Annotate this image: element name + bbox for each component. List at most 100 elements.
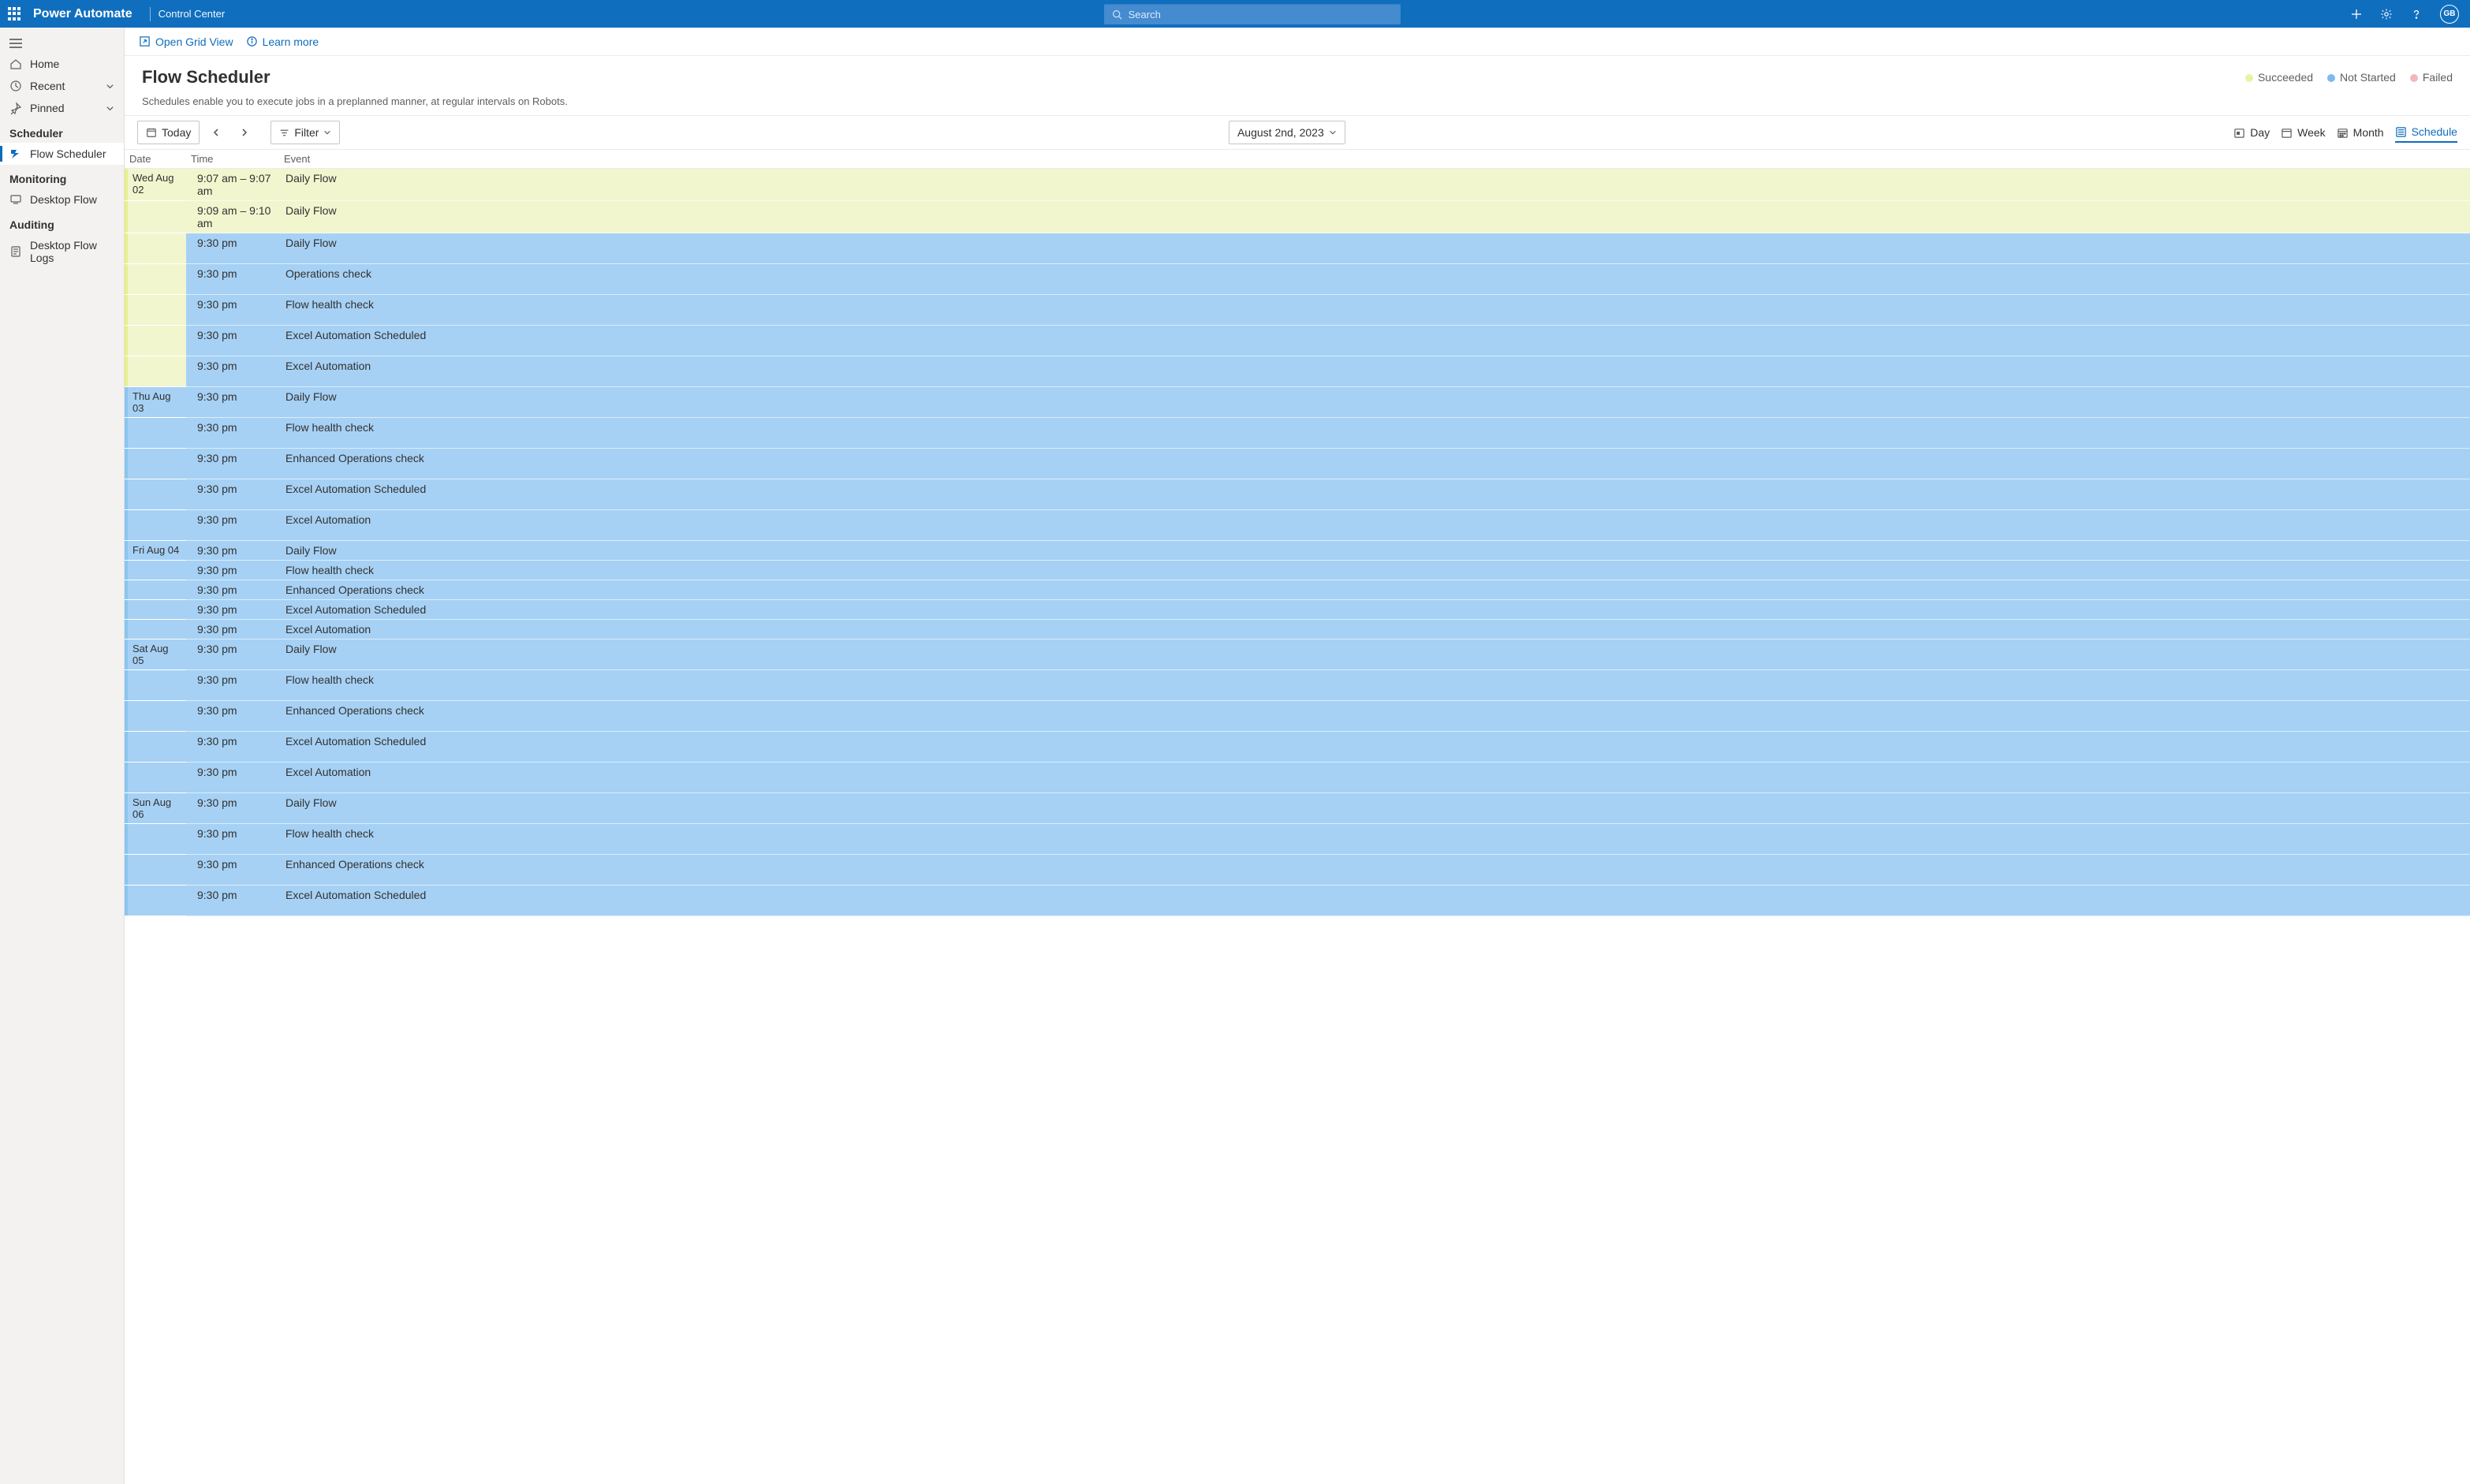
date-cell: Fri Aug 04 bbox=[125, 561, 186, 580]
time-cell: 9:30 pm bbox=[186, 701, 278, 732]
schedule-scroll[interactable]: Date Time Event Wed Aug 029:07 am – 9:07… bbox=[125, 150, 2470, 1484]
filter-button[interactable]: Filter bbox=[271, 121, 340, 144]
time-cell: 9:30 pm bbox=[186, 326, 278, 356]
date-cell: Fri Aug 04 bbox=[125, 620, 186, 639]
table-row[interactable]: Thu Aug 039:30 pmExcel Automation Schedu… bbox=[125, 479, 2470, 510]
table-row[interactable]: Sun Aug 069:30 pmDaily Flow bbox=[125, 793, 2470, 824]
time-cell: 9:09 am – 9:10 am bbox=[186, 201, 278, 233]
table-row[interactable]: Sun Aug 069:30 pmEnhanced Operations che… bbox=[125, 855, 2470, 886]
date-cell: Fri Aug 04 bbox=[125, 600, 186, 620]
table-row[interactable]: Sun Aug 069:30 pmExcel Automation Schedu… bbox=[125, 886, 2470, 916]
header-subtitle: Control Center bbox=[159, 8, 226, 20]
date-text: Sat Aug 05 bbox=[132, 673, 169, 697]
settings-icon[interactable] bbox=[2380, 8, 2393, 21]
view-week[interactable]: Week bbox=[2281, 123, 2326, 142]
desktop-icon bbox=[9, 193, 22, 206]
open-grid-view-button[interactable]: Open Grid View bbox=[139, 35, 233, 48]
date-text: Wed Aug 02 bbox=[132, 237, 174, 260]
time-cell: 9:30 pm bbox=[186, 732, 278, 763]
table-row[interactable]: Thu Aug 039:30 pmExcel Automation bbox=[125, 510, 2470, 541]
table-row[interactable]: Wed Aug 029:30 pmOperations check bbox=[125, 264, 2470, 295]
date-text: Sat Aug 05 bbox=[132, 766, 169, 789]
view-day[interactable]: Day bbox=[2233, 123, 2270, 142]
table-row[interactable]: Thu Aug 039:30 pmDaily Flow bbox=[125, 387, 2470, 418]
chevron-right-icon bbox=[240, 128, 249, 137]
app-launcher-icon[interactable] bbox=[8, 7, 22, 21]
table-row[interactable]: Fri Aug 049:30 pmExcel Automation Schedu… bbox=[125, 600, 2470, 620]
time-cell: 9:30 pm bbox=[186, 418, 278, 449]
table-row[interactable]: Thu Aug 039:30 pmFlow health check bbox=[125, 418, 2470, 449]
date-cell: Sun Aug 06 bbox=[125, 793, 186, 824]
table-row[interactable]: Sat Aug 059:30 pmExcel Automation Schedu… bbox=[125, 732, 2470, 763]
table-row[interactable]: Wed Aug 029:09 am – 9:10 amDaily Flow bbox=[125, 201, 2470, 233]
table-row[interactable]: Fri Aug 049:30 pmFlow health check bbox=[125, 561, 2470, 580]
next-button[interactable] bbox=[233, 121, 256, 144]
table-row[interactable]: Sat Aug 059:30 pmFlow health check bbox=[125, 670, 2470, 701]
view-label: Week bbox=[2297, 126, 2326, 139]
sidebar-item-recent[interactable]: Recent bbox=[0, 75, 124, 97]
event-cell: Excel Automation Scheduled bbox=[278, 479, 2470, 510]
table-row[interactable]: Sun Aug 069:30 pmFlow health check bbox=[125, 824, 2470, 855]
table-row[interactable]: Wed Aug 029:07 am – 9:07 amDaily Flow bbox=[125, 169, 2470, 201]
command-bar: Open Grid View Learn more bbox=[125, 28, 2470, 56]
date-cell: Fri Aug 04 bbox=[125, 580, 186, 600]
sidebar-item-label: Flow Scheduler bbox=[30, 147, 106, 160]
table-row[interactable]: Wed Aug 029:30 pmFlow health check bbox=[125, 295, 2470, 326]
event-cell: Daily Flow bbox=[278, 201, 2470, 233]
sidebar-item-desktop-flow-logs[interactable]: Desktop Flow Logs bbox=[0, 234, 124, 269]
sidebar-item-home[interactable]: Home bbox=[0, 53, 124, 75]
help-icon[interactable] bbox=[2410, 8, 2423, 21]
date-text: Thu Aug 03 bbox=[132, 483, 170, 506]
time-cell: 9:30 pm bbox=[186, 600, 278, 620]
time-cell: 9:30 pm bbox=[186, 670, 278, 701]
view-label: Schedule bbox=[2412, 125, 2457, 138]
view-month[interactable]: Month bbox=[2337, 123, 2384, 142]
event-cell: Excel Automation Scheduled bbox=[278, 600, 2470, 620]
table-row[interactable]: Fri Aug 049:30 pmDaily Flow bbox=[125, 541, 2470, 561]
date-picker-button[interactable]: August 2nd, 2023 bbox=[1229, 121, 1345, 144]
add-icon[interactable] bbox=[2350, 8, 2363, 21]
learn-more-button[interactable]: Learn more bbox=[246, 35, 319, 48]
table-row[interactable]: Wed Aug 029:30 pmDaily Flow bbox=[125, 233, 2470, 264]
date-text: Fri Aug 04 bbox=[132, 623, 179, 635]
sidebar-item-pinned[interactable]: Pinned bbox=[0, 97, 124, 119]
table-row[interactable]: Sat Aug 059:30 pmDaily Flow bbox=[125, 639, 2470, 670]
date-text: Thu Aug 03 bbox=[132, 390, 170, 414]
view-schedule[interactable]: Schedule bbox=[2395, 122, 2457, 143]
sidebar-item-desktop-flow[interactable]: Desktop Flow bbox=[0, 188, 124, 211]
legend-failed: Failed bbox=[2410, 71, 2453, 84]
menu-toggle-icon[interactable] bbox=[0, 34, 124, 53]
date-text: Wed Aug 02 bbox=[132, 172, 174, 196]
avatar[interactable]: GB bbox=[2440, 5, 2459, 24]
sidebar-item-flow-scheduler[interactable]: Flow Scheduler bbox=[0, 143, 124, 165]
sidebar-item-label: Home bbox=[30, 58, 59, 70]
date-text: Thu Aug 03 bbox=[132, 421, 170, 445]
page-subtitle: Schedules enable you to execute jobs in … bbox=[125, 95, 2470, 115]
prev-button[interactable] bbox=[204, 121, 228, 144]
event-cell: Daily Flow bbox=[278, 233, 2470, 264]
table-row[interactable]: Thu Aug 039:30 pmEnhanced Operations che… bbox=[125, 449, 2470, 479]
event-cell: Enhanced Operations check bbox=[278, 855, 2470, 886]
sidebar-section-scheduler: Scheduler bbox=[0, 119, 124, 143]
today-button[interactable]: Today bbox=[137, 121, 200, 144]
time-cell: 9:30 pm bbox=[186, 824, 278, 855]
search-box[interactable] bbox=[1104, 4, 1401, 24]
col-date: Date bbox=[125, 150, 186, 169]
table-row[interactable]: Wed Aug 029:30 pmExcel Automation bbox=[125, 356, 2470, 387]
search-input[interactable] bbox=[1129, 9, 1393, 21]
legend-not-started: Not Started bbox=[2327, 71, 2396, 84]
date-cell: Sat Aug 05 bbox=[125, 639, 186, 670]
grid-open-icon bbox=[139, 35, 151, 47]
event-cell: Excel Automation Scheduled bbox=[278, 732, 2470, 763]
table-row[interactable]: Wed Aug 029:30 pmExcel Automation Schedu… bbox=[125, 326, 2470, 356]
date-cell: Sat Aug 05 bbox=[125, 732, 186, 763]
event-cell: Flow health check bbox=[278, 561, 2470, 580]
table-row[interactable]: Sat Aug 059:30 pmEnhanced Operations che… bbox=[125, 701, 2470, 732]
date-text: Wed Aug 02 bbox=[132, 298, 174, 322]
table-row[interactable]: Fri Aug 049:30 pmEnhanced Operations che… bbox=[125, 580, 2470, 600]
date-label: August 2nd, 2023 bbox=[1237, 126, 1324, 139]
chevron-down-icon bbox=[323, 129, 331, 136]
time-cell: 9:30 pm bbox=[186, 356, 278, 387]
table-row[interactable]: Fri Aug 049:30 pmExcel Automation bbox=[125, 620, 2470, 639]
table-row[interactable]: Sat Aug 059:30 pmExcel Automation bbox=[125, 763, 2470, 793]
